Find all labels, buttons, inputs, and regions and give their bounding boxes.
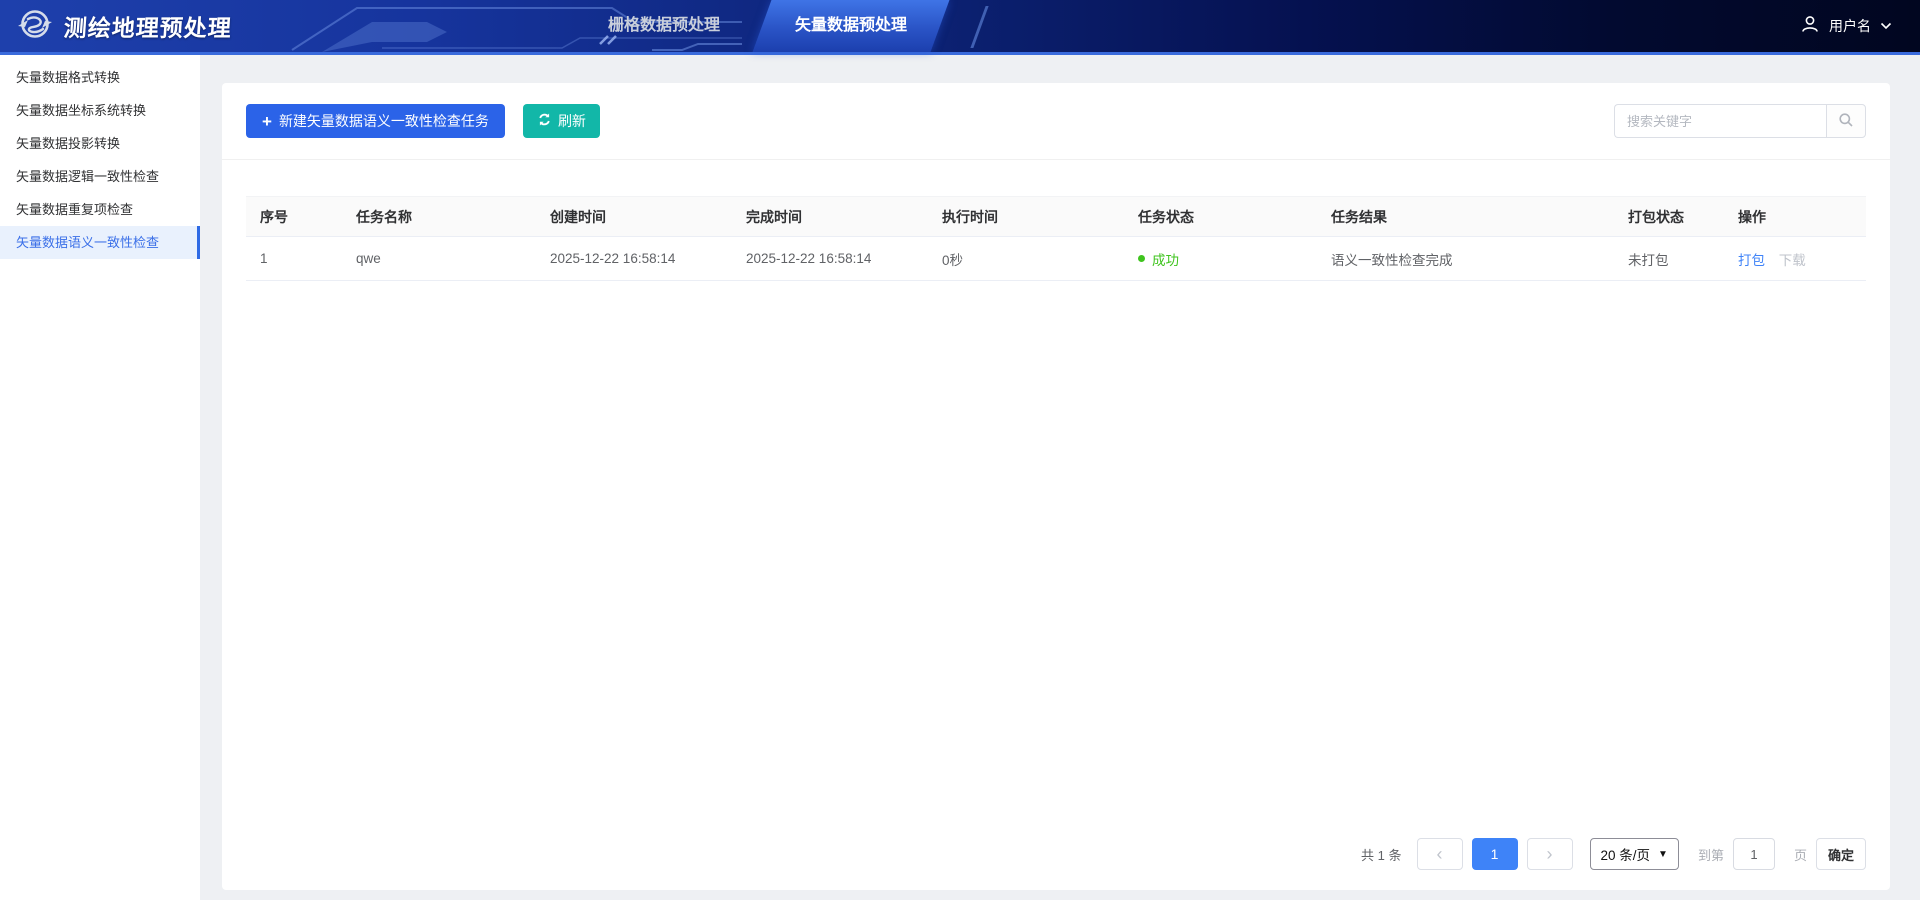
package-link[interactable]: 打包 xyxy=(1738,253,1765,268)
chevron-down-icon xyxy=(1880,17,1892,35)
sidebar-item-coordinate-conversion[interactable]: 矢量数据坐标系统转换 xyxy=(0,94,200,127)
goto-page-prefix: 到第 xyxy=(1698,845,1724,864)
chevron-right-icon: › xyxy=(1547,845,1553,863)
user-menu[interactable]: 用户名 xyxy=(1800,0,1892,52)
page-number-button[interactable]: 1 xyxy=(1472,838,1518,870)
col-task-status: 任务状态 xyxy=(1128,197,1321,237)
refresh-icon xyxy=(537,112,552,130)
page-size-value: 20 条/页 xyxy=(1601,844,1651,864)
task-table-wrap: 序号 任务名称 创建时间 完成时间 执行时间 任务状态 任务结果 打包状态 操作 xyxy=(246,196,1866,281)
app-logo-icon xyxy=(16,5,54,48)
prev-page-button[interactable]: ‹ xyxy=(1417,838,1463,870)
tab-label: 矢量数据预处理 xyxy=(795,17,907,34)
next-page-button[interactable]: › xyxy=(1527,838,1573,870)
pagination-total: 共 1 条 xyxy=(1361,845,1401,864)
tab-vector-preprocessing[interactable]: 矢量数据预处理 xyxy=(762,0,940,52)
plus-icon: + xyxy=(262,113,272,130)
sidebar-item-projection-conversion[interactable]: 矢量数据投影转换 xyxy=(0,127,200,160)
cell-created-time: 2025-12-22 16:58:14 xyxy=(540,237,736,281)
cell-task-result: 语义一致性检查完成 xyxy=(1321,237,1618,281)
new-task-button-label: 新建矢量数据语义一致性检查任务 xyxy=(279,111,489,131)
header-tabs: 栅格数据预处理 矢量数据预处理 xyxy=(578,0,940,52)
page-size-select[interactable]: 20 条/页 ▼ xyxy=(1590,838,1679,870)
cell-package-status: 未打包 xyxy=(1618,237,1728,281)
toolbar: + 新建矢量数据语义一致性检查任务 刷新 xyxy=(222,83,1890,159)
pagination: 共 1 条 ‹ 1 › 20 条/页 ▼ 到第 页 确定 xyxy=(222,838,1890,890)
app-header: 测绘地理预处理 栅格数据预处理 矢量数据预处理 用户名 xyxy=(0,0,1920,55)
cell-seq: 1 xyxy=(246,237,346,281)
tab-raster-preprocessing[interactable]: 栅格数据预处理 xyxy=(578,0,750,52)
chevron-left-icon: ‹ xyxy=(1437,845,1443,863)
caret-down-icon: ▼ xyxy=(1658,849,1668,860)
col-seq: 序号 xyxy=(246,197,346,237)
logo-area: 测绘地理预处理 xyxy=(0,5,232,48)
col-actions: 操作 xyxy=(1728,197,1866,237)
cell-finished-time: 2025-12-22 16:58:14 xyxy=(736,237,932,281)
tab-label: 栅格数据预处理 xyxy=(608,17,720,34)
sidebar-item-logical-consistency-check[interactable]: 矢量数据逻辑一致性检查 xyxy=(0,160,200,193)
task-table: 序号 任务名称 创建时间 完成时间 执行时间 任务状态 任务结果 打包状态 操作 xyxy=(246,196,1866,281)
refresh-button[interactable]: 刷新 xyxy=(523,104,600,138)
goto-page-input[interactable] xyxy=(1733,838,1775,870)
search-box xyxy=(1614,104,1866,138)
status-text: 成功 xyxy=(1152,249,1179,269)
user-name: 用户名 xyxy=(1829,16,1871,36)
status-badge: 成功 xyxy=(1138,249,1311,269)
status-dot-icon xyxy=(1138,255,1145,262)
refresh-button-label: 刷新 xyxy=(558,111,586,131)
table-header-row: 序号 任务名称 创建时间 完成时间 执行时间 任务状态 任务结果 打包状态 操作 xyxy=(246,197,1866,237)
sidebar-item-format-conversion[interactable]: 矢量数据格式转换 xyxy=(0,61,200,94)
new-task-button[interactable]: + 新建矢量数据语义一致性检查任务 xyxy=(246,104,505,138)
confirm-button[interactable]: 确定 xyxy=(1816,838,1866,870)
search-button[interactable] xyxy=(1826,104,1866,138)
main-content: + 新建矢量数据语义一致性检查任务 刷新 xyxy=(200,55,1920,900)
col-task-name: 任务名称 xyxy=(346,197,540,237)
col-exec-time: 执行时间 xyxy=(932,197,1128,237)
app-title: 测绘地理预处理 xyxy=(63,9,233,43)
goto-page-suffix: 页 xyxy=(1794,845,1807,864)
download-link[interactable]: 下载 xyxy=(1779,253,1806,268)
search-icon xyxy=(1838,112,1854,131)
cell-task-status: 成功 xyxy=(1128,237,1321,281)
col-package-status: 打包状态 xyxy=(1618,197,1728,237)
cell-actions: 打包 下载 xyxy=(1728,237,1866,281)
cell-exec-time: 0秒 xyxy=(932,237,1128,281)
toolbar-divider xyxy=(222,159,1890,160)
cell-task-name: qwe xyxy=(346,237,540,281)
sidebar-item-duplicate-check[interactable]: 矢量数据重复项检查 xyxy=(0,193,200,226)
content-card: + 新建矢量数据语义一致性检查任务 刷新 xyxy=(222,83,1890,890)
table-row: 1 qwe 2025-12-22 16:58:14 2025-12-22 16:… xyxy=(246,237,1866,281)
col-task-result: 任务结果 xyxy=(1321,197,1618,237)
col-created-time: 创建时间 xyxy=(540,197,736,237)
col-finished-time: 完成时间 xyxy=(736,197,932,237)
sidebar-item-semantic-consistency-check[interactable]: 矢量数据语义一致性检查 xyxy=(0,226,200,259)
sidebar: 矢量数据格式转换 矢量数据坐标系统转换 矢量数据投影转换 矢量数据逻辑一致性检查… xyxy=(0,55,200,900)
user-icon xyxy=(1800,14,1820,39)
search-input[interactable] xyxy=(1614,104,1826,138)
accent-slash-decoration xyxy=(970,6,988,48)
